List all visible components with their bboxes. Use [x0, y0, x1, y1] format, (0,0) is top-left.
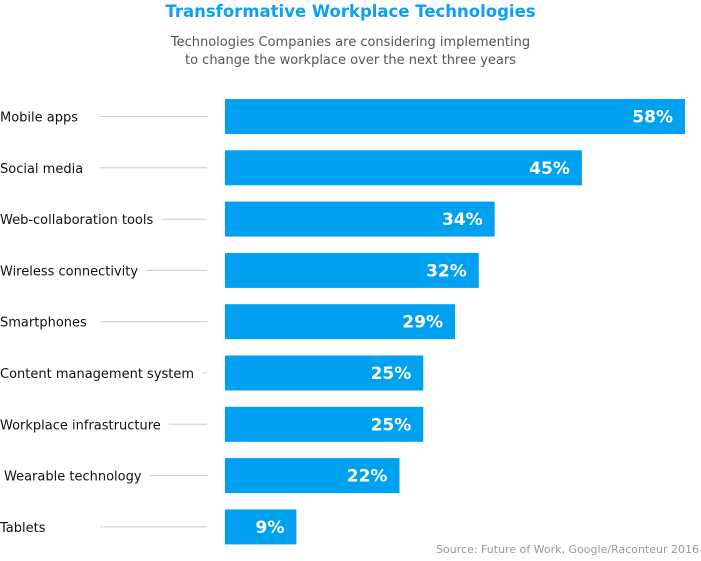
category-label: Social media [0, 162, 83, 177]
value-label: 25% [371, 364, 412, 384]
value-label: 9% [256, 518, 285, 538]
category-label: Workplace infrastructure [0, 418, 161, 433]
value-label: 58% [632, 108, 673, 128]
bar [225, 99, 685, 134]
category-label: Smartphones [0, 316, 87, 331]
source-note: Source: Future of Work, Google/Raconteur… [436, 543, 699, 556]
category-label: Content management system [0, 367, 194, 382]
value-label: 45% [529, 159, 570, 179]
category-label: Web-collaboration tools [0, 213, 153, 228]
category-label: Wearable technology [4, 470, 142, 485]
category-label: Tablets [0, 521, 46, 536]
value-label: 22% [347, 467, 388, 487]
value-label: 29% [402, 313, 443, 333]
category-label: Wireless connectivity [0, 264, 138, 279]
value-label: 25% [371, 415, 412, 435]
value-label: 32% [426, 261, 467, 281]
bar-chart: Mobile apps 58% Social media 45% Web-collabo… [0, 99, 685, 545]
category-label: Mobile apps [0, 111, 78, 126]
value-label: 34% [442, 210, 483, 230]
